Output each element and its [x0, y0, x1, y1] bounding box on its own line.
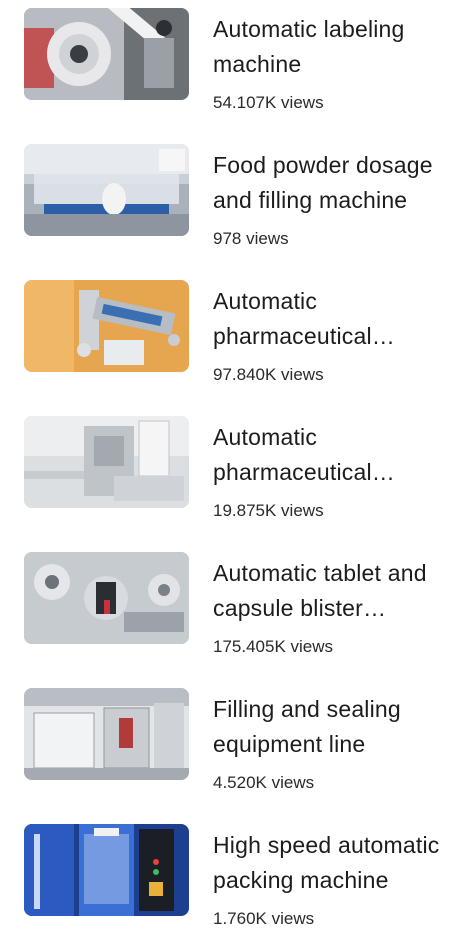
video-thumbnail[interactable] [24, 552, 189, 644]
view-count: 54.107K views [213, 93, 324, 112]
view-count: 175.405K views [213, 637, 334, 656]
video-title[interactable]: Food powder dosage and filling machine [213, 148, 445, 218]
list-item[interactable]: Food powder dosage and filling machine 9… [0, 144, 456, 264]
list-item[interactable]: Automatic tablet and capsule blister mac… [0, 552, 456, 672]
view-count: 19.875K views [213, 501, 324, 520]
video-title[interactable]: Filling and sealing equipment line [213, 692, 445, 762]
list-item[interactable]: Filling and sealing equipment line 4.520… [0, 688, 456, 808]
video-title[interactable]: Automatic labeling machine [213, 12, 445, 82]
labeling-machine-thumbnail-icon [24, 8, 189, 100]
list-item[interactable]: High speed automatic packing machine 1.7… [0, 824, 456, 944]
pharma-machine-thumbnail-icon [24, 416, 189, 508]
video-thumbnail[interactable] [24, 144, 189, 236]
packing-machine-thumbnail-icon [24, 824, 189, 916]
filling-sealing-thumbnail-icon [24, 688, 189, 780]
list-item[interactable]: Automatic pharmaceutical machine 19.875K… [0, 416, 456, 536]
video-thumbnail[interactable] [24, 8, 189, 100]
list-item[interactable]: Automatic labeling machine 54.107K views [0, 8, 456, 128]
video-title[interactable]: Automatic pharmaceutical machine [213, 420, 445, 490]
powder-filling-thumbnail-icon [24, 144, 189, 236]
video-thumbnail[interactable] [24, 688, 189, 780]
pharma-packaging-thumbnail-icon [24, 280, 189, 372]
video-title[interactable]: Automatic tablet and capsule blister mac… [213, 556, 445, 626]
view-count: 978 views [213, 229, 289, 248]
video-title[interactable]: Automatic pharmaceutical packaging machi… [213, 284, 445, 354]
list-item[interactable]: Automatic pharmaceutical packaging machi… [0, 280, 456, 400]
video-title[interactable]: High speed automatic packing machine [213, 828, 445, 898]
video-thumbnail[interactable] [24, 280, 189, 372]
view-count: 97.840K views [213, 365, 324, 384]
blister-machine-thumbnail-icon [24, 552, 189, 644]
video-thumbnail[interactable] [24, 824, 189, 916]
view-count: 4.520K views [213, 773, 315, 792]
video-thumbnail[interactable] [24, 416, 189, 508]
